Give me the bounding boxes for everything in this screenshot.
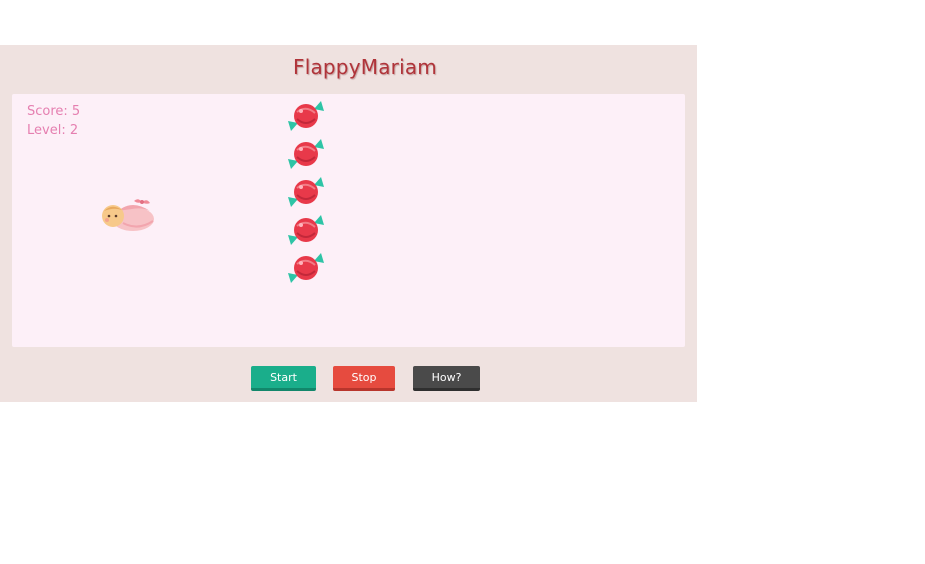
stop-button[interactable]: Stop (333, 366, 395, 391)
candy-obstacle-icon (288, 215, 324, 245)
how-to-play-button[interactable]: How? (413, 366, 480, 391)
hud: Score: 5 Level: 2 (27, 102, 80, 140)
level-label: Level: 2 (27, 123, 79, 138)
start-button[interactable]: Start (251, 366, 316, 391)
control-bar: Start Stop How? (0, 366, 697, 394)
candy-obstacle-icon (288, 139, 324, 169)
score-label: Score: 5 (27, 104, 81, 119)
candy-obstacle-icon (288, 177, 324, 207)
game-frame: FlappyMariam Score: 5 Level: 2 Start Sto… (0, 45, 697, 402)
candy-obstacle-icon (288, 101, 324, 131)
game-board[interactable]: Score: 5 Level: 2 (12, 94, 685, 347)
candy-obstacle-icon (288, 253, 324, 283)
game-title: FlappyMariam (293, 55, 437, 79)
baby-player-icon (102, 199, 154, 231)
